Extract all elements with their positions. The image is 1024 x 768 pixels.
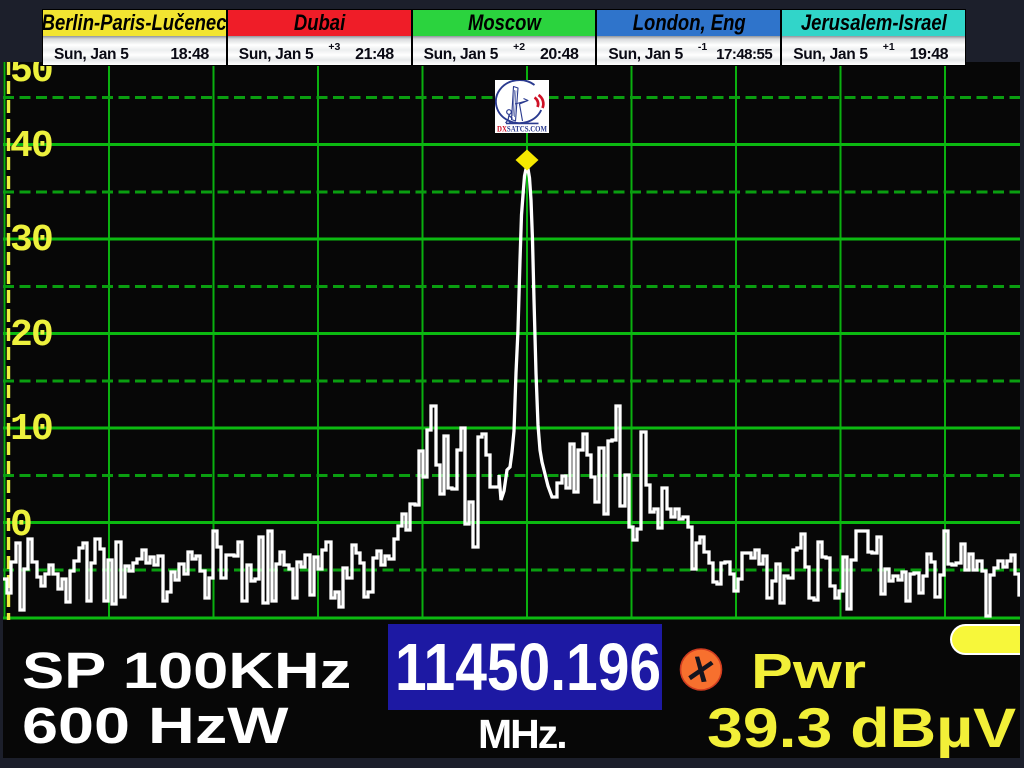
svg-text:DXSATCS.COM: DXSATCS.COM	[497, 125, 547, 134]
